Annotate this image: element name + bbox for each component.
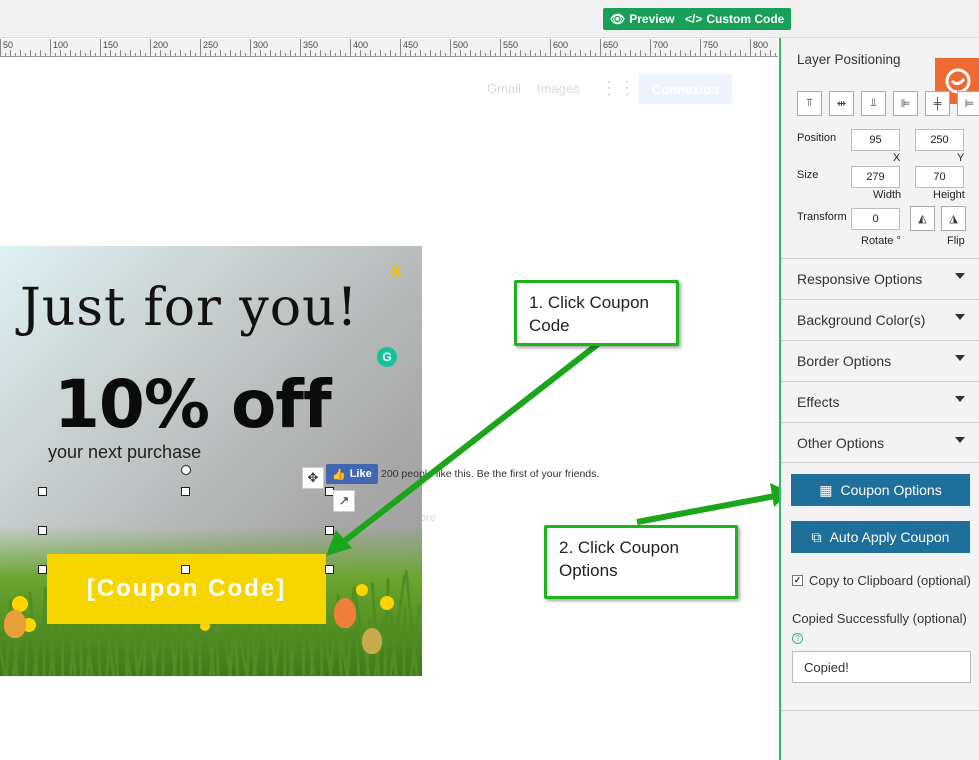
flip-vertical-icon[interactable]: ◮ [941,206,966,231]
width-label: Width [873,189,902,201]
rotate-input[interactable]: 0 [851,208,900,230]
border-options-section[interactable]: Border Options [781,340,979,381]
flip-horizontal-icon[interactable]: ◭ [910,206,935,231]
align-top-icon[interactable]: ⫪ [797,91,822,116]
flip-label: Flip [947,235,965,247]
auto-apply-coupon-button[interactable]: ⧉ Auto Apply Coupon [791,521,970,553]
y-label: Y [957,152,965,164]
responsive-options-section[interactable]: Responsive Options [781,258,979,299]
chevron-down-icon [955,437,965,443]
background-colors-section[interactable]: Background Color(s) [781,299,979,340]
help-icon[interactable]: ? [792,633,803,644]
callout-step-1: 1. Click Coupon Code [514,280,679,346]
other-options-section[interactable]: Other Options [781,422,979,463]
alignment-toolbar: ⫪ ⇹ ⫫ ⊫ ╪ ⊨ [797,91,979,116]
align-center-icon[interactable]: ╪ [925,91,950,116]
callout-step-2: 2. Click Coupon Options [544,525,738,599]
position-x-input[interactable]: 95 [851,129,900,151]
align-right-icon[interactable]: ⊨ [957,91,979,116]
align-left-icon[interactable]: ⊫ [893,91,918,116]
copied-message-input[interactable]: Copied! [792,651,971,683]
copy-icon: ⧉ [811,528,822,545]
align-middle-icon[interactable]: ⇹ [829,91,854,116]
position-y-input[interactable]: 250 [915,129,964,151]
height-input[interactable]: 70 [915,166,964,188]
chevron-down-icon [955,355,965,361]
sidebar-title: Layer Positioning [797,52,901,67]
divider [781,710,979,711]
chevron-down-icon [955,396,965,402]
checkbox-checked-icon[interactable]: ✓ [792,575,803,586]
chevron-down-icon [955,273,965,279]
rotate-label: Rotate ° [861,235,901,247]
copied-successfully-label: Copied Successfully (optional) ? [792,611,967,644]
arrow-to-coupon [336,341,600,549]
qr-icon: ▦ [819,481,833,498]
properties-sidebar: Layer Positioning ⫪ ⇹ ⫫ ⊫ ╪ ⊨ Position 9… [779,38,979,760]
width-input[interactable]: 279 [851,166,900,188]
effects-section[interactable]: Effects [781,381,979,422]
align-bottom-icon[interactable]: ⫫ [861,91,886,116]
size-label: Size [797,169,819,181]
x-label: X [893,152,901,164]
arrow-to-coupon-options [636,493,776,525]
transform-label: Transform [797,211,847,223]
copy-to-clipboard-checkbox[interactable]: ✓ Copy to Clipboard (optional) [792,573,971,588]
chevron-down-icon [955,314,965,320]
position-label: Position [797,132,837,144]
arrow-head-coupon [326,530,352,556]
coupon-options-button[interactable]: ▦ Coupon Options [791,474,970,506]
height-label: Height [933,189,965,201]
